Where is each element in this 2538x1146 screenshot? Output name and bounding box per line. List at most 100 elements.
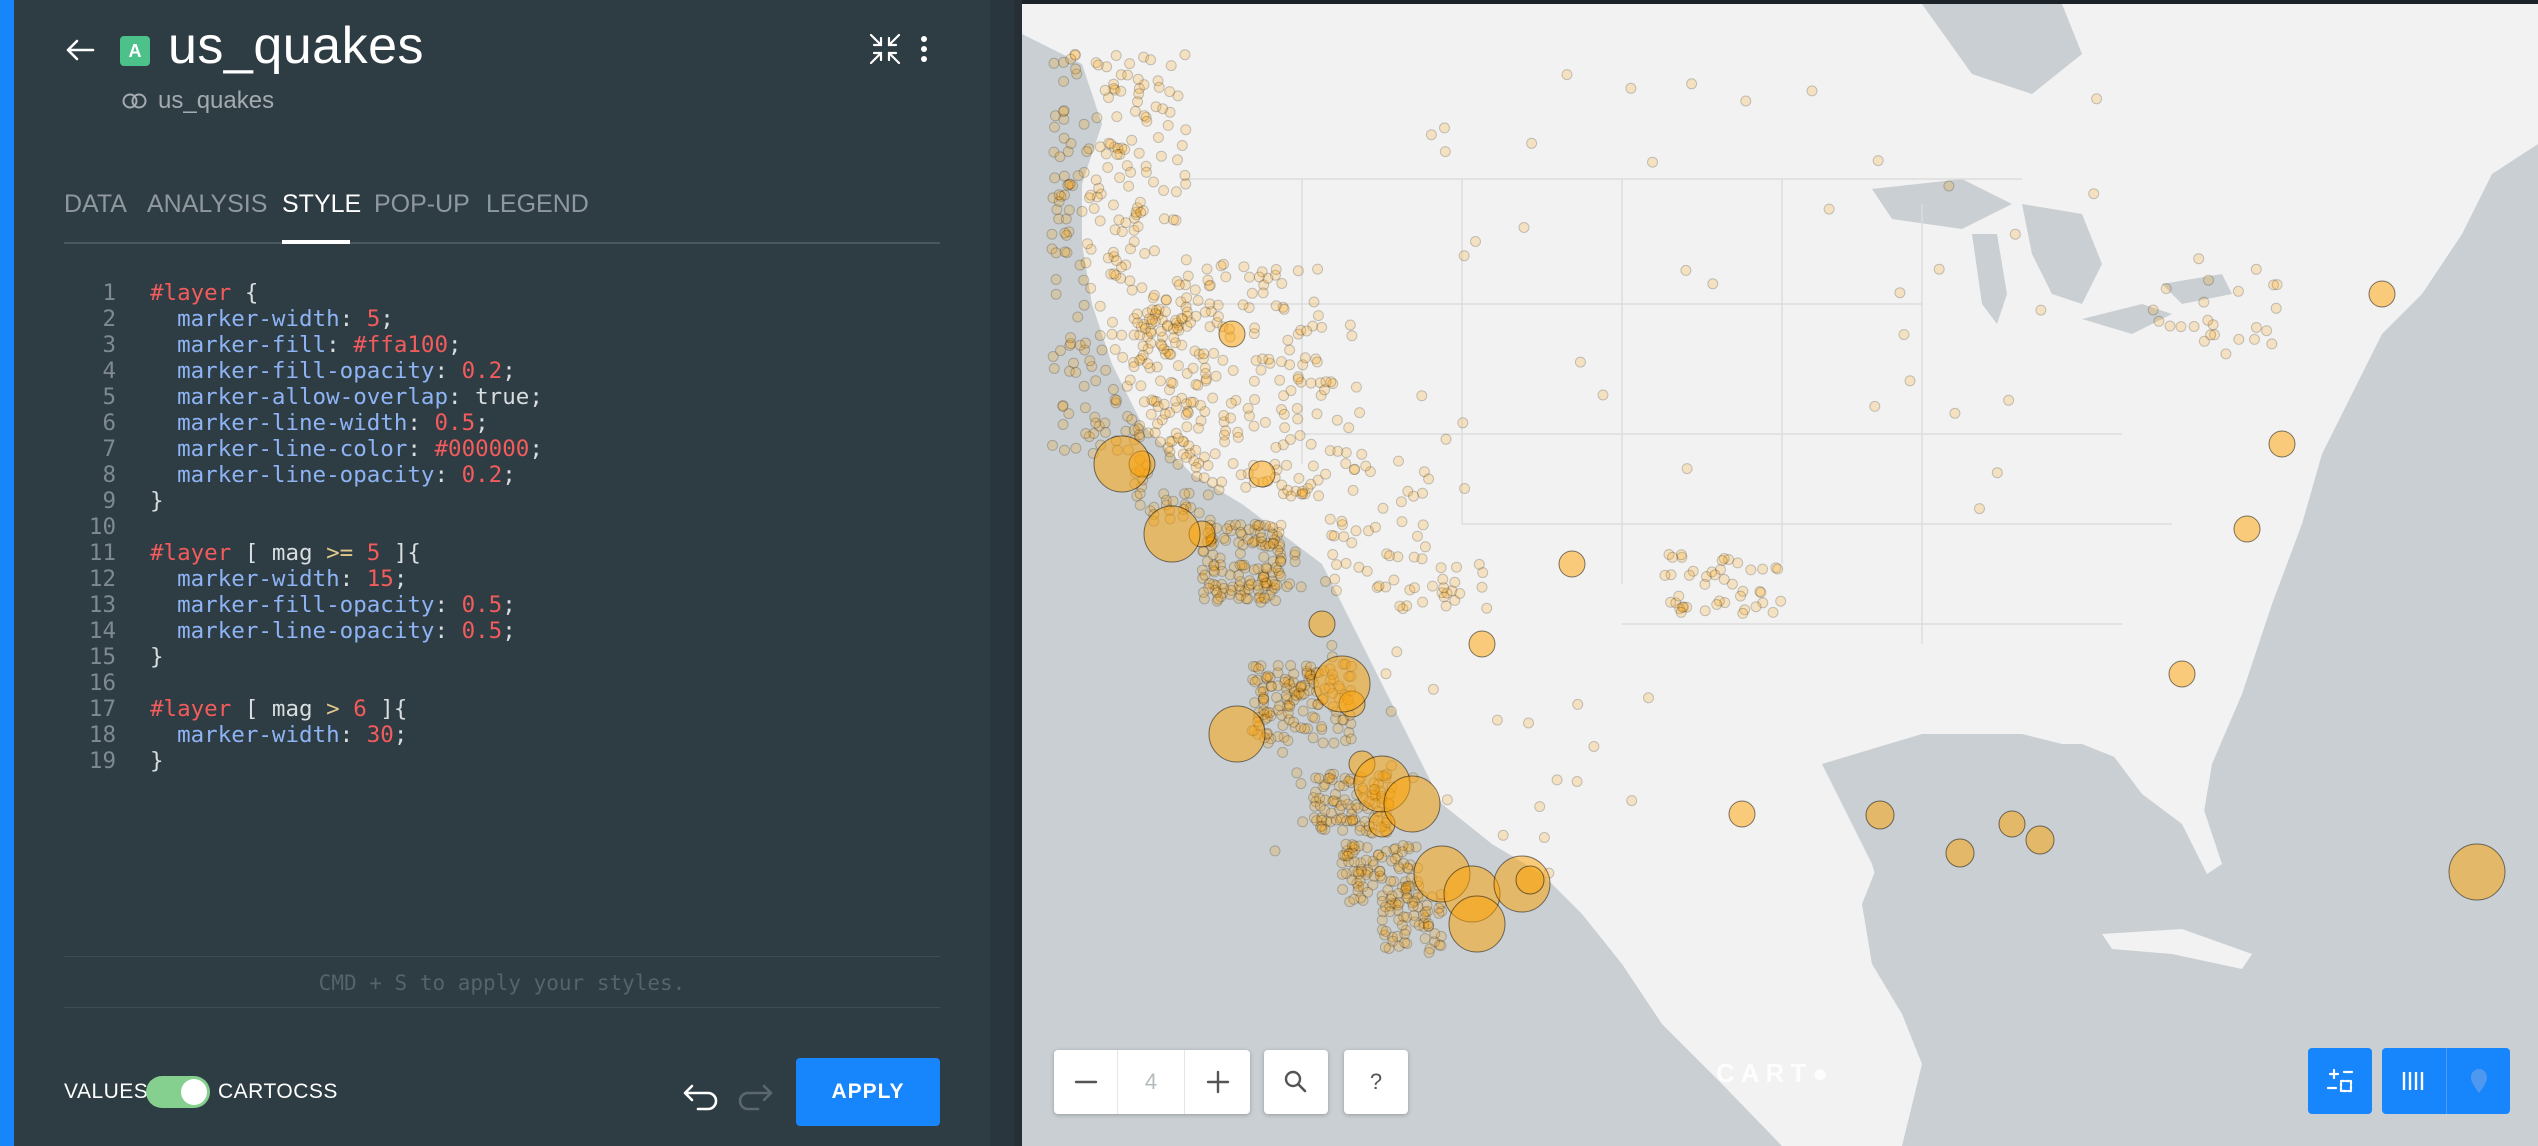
quake-marker: [1080, 428, 1092, 439]
quake-marker: [1070, 366, 1082, 378]
search-icon: [1284, 1070, 1307, 1093]
quake-marker: [1346, 330, 1358, 342]
quake-marker: [1279, 676, 1291, 688]
quake-marker: [2203, 274, 2214, 286]
quake-marker: [1124, 58, 1136, 70]
quake-marker: [1128, 236, 1140, 248]
quake-marker: [1248, 420, 1260, 432]
quake-marker: [1331, 414, 1343, 426]
tab-data[interactable]: DATA: [64, 190, 127, 219]
code-text: #layer [ mag >= 5 ]{: [150, 540, 421, 566]
quake-marker: [1072, 311, 1084, 323]
basemap: [1022, 4, 2538, 1146]
quake-marker: [1416, 553, 1428, 565]
quake-marker: [1160, 294, 1172, 306]
quake-marker: [1328, 530, 1340, 542]
quake-marker: [1183, 440, 1195, 452]
quake-marker: [1114, 172, 1126, 184]
quake-marker: [1207, 549, 1219, 561]
quake-marker: [1360, 460, 1372, 472]
quake-marker: [1179, 49, 1191, 61]
quake-marker: [1102, 162, 1114, 173]
quake-marker: [1160, 306, 1171, 318]
quake-marker: [1117, 351, 1129, 363]
zoom-in-button[interactable]: [1184, 1050, 1250, 1114]
quake-marker: [1236, 559, 1248, 571]
widgets-view-button[interactable]: [2382, 1048, 2446, 1114]
quake-marker: [1440, 433, 1452, 445]
back-button[interactable]: [62, 32, 98, 68]
collapse-button[interactable]: [868, 32, 902, 66]
apply-button[interactable]: APPLY: [796, 1058, 940, 1126]
quake-marker: [1253, 663, 1265, 675]
source-name[interactable]: us_quakes: [158, 87, 274, 115]
quake-marker: [1237, 299, 1249, 311]
quake-marker: [2003, 394, 2015, 406]
quake-marker: [1218, 532, 1230, 544]
quake-marker: [1448, 895, 1506, 953]
redo-button[interactable]: [736, 1074, 776, 1114]
undo-button[interactable]: [680, 1074, 720, 1114]
quake-marker: [1105, 138, 1117, 150]
undo-icon: [683, 1084, 718, 1111]
map-canvas[interactable]: [1022, 4, 2538, 1146]
quake-marker: [1109, 344, 1121, 355]
quake-marker: [1193, 422, 1204, 434]
map-help-button[interactable]: ?: [1344, 1050, 1408, 1114]
tab-pop-up[interactable]: POP-UP: [374, 190, 470, 219]
quake-marker: [2160, 283, 2172, 295]
quake-marker: [1060, 213, 1072, 225]
quake-marker: [1643, 692, 1654, 704]
quake-marker: [1058, 75, 1070, 87]
quake-marker: [1439, 146, 1451, 158]
zoom-out-button[interactable]: [1054, 1050, 1118, 1114]
quake-marker: [1772, 563, 1784, 575]
quake-marker: [1081, 146, 1093, 157]
quake-marker: [1269, 845, 1281, 857]
map-search-button[interactable]: [1264, 1050, 1328, 1114]
quake-marker: [1207, 392, 1219, 404]
quake-marker: [1162, 119, 1174, 131]
quake-marker: [1107, 383, 1119, 395]
quake-marker: [1299, 352, 1311, 364]
quake-marker: [1949, 407, 1961, 419]
more-options-button[interactable]: [912, 32, 936, 66]
quake-marker: [1272, 731, 1284, 743]
quake-marker: [1305, 438, 1317, 450]
quake-marker: [1416, 390, 1428, 402]
quake-marker: [1301, 325, 1313, 337]
quake-marker: [1260, 562, 1272, 574]
quake-marker: [1745, 564, 1757, 576]
quake-marker: [1180, 254, 1192, 266]
quake-marker: [1100, 148, 1112, 160]
tab-style[interactable]: STYLE: [282, 190, 361, 219]
quake-marker: [1267, 528, 1278, 540]
tab-analysis[interactable]: ANALYSIS: [147, 190, 267, 219]
feature-edit-button[interactable]: [2308, 1048, 2372, 1114]
cartocss-editor[interactable]: 1 #layer {2 marker-width: 5; 3 marker-fill…: [64, 280, 940, 960]
dataset-link-icon: [122, 93, 147, 109]
quake-marker: [1312, 310, 1324, 322]
quake-marker: [1165, 60, 1177, 72]
values-cartocss-toggle[interactable]: [146, 1076, 210, 1108]
quake-marker: [1256, 532, 1267, 544]
quake-marker: [1253, 519, 1265, 531]
values-label[interactable]: VALUES: [64, 1080, 148, 1104]
panel-divider[interactable]: [1014, 0, 1022, 1146]
quake-marker: [1146, 394, 1158, 406]
quake-marker: [1048, 57, 1060, 69]
quake-marker: [1343, 775, 1355, 787]
quake-marker: [1225, 412, 1237, 424]
line-number: 11: [88, 540, 116, 566]
quake-marker: [1202, 274, 1214, 286]
cartocss-label[interactable]: CARTOCSS: [218, 1080, 338, 1104]
tab-legend[interactable]: LEGEND: [486, 190, 589, 219]
layer-title[interactable]: us_quakes: [168, 16, 424, 76]
quake-marker: [1396, 846, 1408, 858]
quake-marker: [2025, 825, 2055, 855]
quake-marker: [1320, 576, 1331, 587]
map-pin-button[interactable]: [2446, 1048, 2510, 1114]
quake-marker: [2249, 333, 2260, 345]
quake-marker: [1248, 460, 1276, 488]
quake-marker: [1172, 360, 1184, 372]
